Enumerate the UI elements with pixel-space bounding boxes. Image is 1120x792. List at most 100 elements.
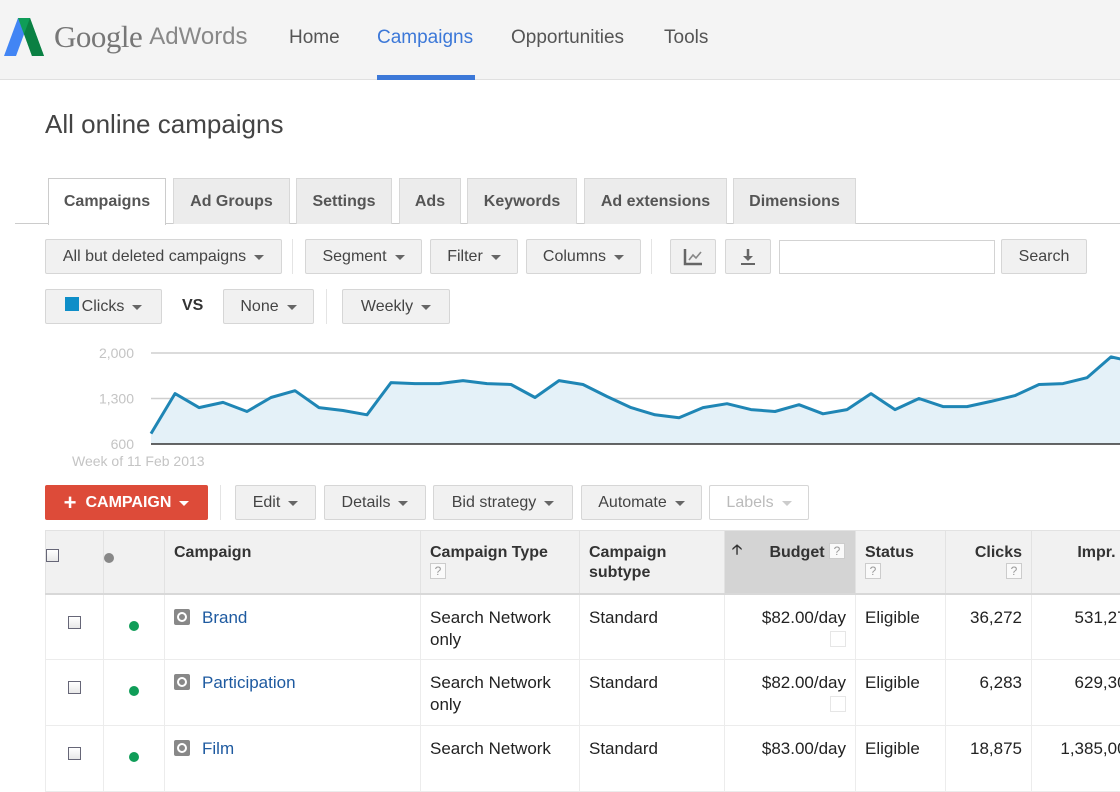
tab-campaigns[interactable]: Campaigns — [48, 178, 166, 225]
chevron-down-icon — [421, 305, 431, 310]
column-header-campaign-subtype[interactable]: Campaign subtype — [580, 531, 725, 594]
compare-metric-dropdown[interactable]: None — [223, 289, 314, 324]
row-checkbox[interactable] — [68, 747, 81, 760]
campaign-subtype-cell: Standard — [580, 594, 725, 660]
search-input[interactable] — [779, 240, 995, 274]
column-label: Campaign Type — [430, 544, 548, 561]
chevron-down-icon — [614, 255, 624, 260]
tab-dimensions[interactable]: Dimensions — [733, 178, 856, 224]
tab-ad-extensions[interactable]: Ad extensions — [584, 178, 727, 224]
budget-cell: $83.00/day — [725, 726, 856, 792]
nav-tools[interactable]: Tools — [664, 27, 708, 49]
row-status-cell — [104, 594, 165, 660]
divider — [651, 239, 652, 274]
chevron-down-icon — [179, 501, 189, 506]
status-dot-icon — [104, 553, 114, 563]
status-dot-header — [104, 531, 165, 594]
details-dropdown[interactable]: Details — [324, 485, 426, 520]
row-select-cell — [46, 726, 104, 792]
row-checkbox[interactable] — [68, 681, 81, 694]
budget-cell: $82.00/day — [725, 594, 856, 660]
search-network-icon — [174, 674, 190, 690]
tab-ads[interactable]: Ads — [399, 178, 461, 224]
column-header-campaign[interactable]: Campaign — [165, 531, 421, 594]
enabled-status-icon[interactable] — [129, 621, 139, 631]
chevron-down-icon — [287, 305, 297, 310]
details-label: Details — [342, 494, 391, 512]
filter-dropdown[interactable]: Filter — [430, 239, 518, 274]
campaign-filter-dropdown[interactable]: All but deleted campaigns — [45, 239, 282, 274]
campaign-subtype-cell: Standard — [580, 660, 725, 726]
status-cell: Eligible — [856, 660, 946, 726]
column-label: Campaign subtype — [589, 544, 666, 581]
tab-label: Dimensions — [749, 193, 840, 211]
budget-chart-icon[interactable] — [830, 631, 846, 647]
campaign-name-cell: Brand — [165, 594, 421, 660]
budget-cell: $82.00/day — [725, 660, 856, 726]
campaign-link[interactable]: Brand — [202, 608, 247, 627]
divider — [220, 485, 221, 520]
chevron-down-icon — [544, 501, 554, 506]
help-icon[interactable]: ? — [829, 543, 845, 559]
divider — [326, 289, 327, 324]
column-header-budget[interactable]: 🡡 Budget ? — [725, 531, 856, 594]
campaign-type-cell: Search Network — [421, 726, 580, 792]
page-title: All online campaigns — [45, 109, 283, 140]
enabled-status-icon[interactable] — [129, 686, 139, 696]
adwords-logo[interactable]: Google AdWords — [4, 18, 248, 56]
enabled-status-icon[interactable] — [129, 752, 139, 762]
campaign-link[interactable]: Film — [202, 739, 234, 758]
campaign-link[interactable]: Participation — [202, 673, 296, 692]
help-icon[interactable]: ? — [430, 563, 446, 579]
bid-strategy-label: Bid strategy — [452, 494, 536, 512]
search-network-icon — [174, 740, 190, 756]
segment-dropdown[interactable]: Segment — [305, 239, 422, 274]
column-header-status[interactable]: Status? — [856, 531, 946, 594]
chevron-down-icon — [395, 255, 405, 260]
column-header-clicks[interactable]: Clicks? — [946, 531, 1032, 594]
help-icon[interactable]: ? — [865, 563, 881, 579]
edit-dropdown[interactable]: Edit — [235, 485, 316, 520]
campaign-subtype-cell: Standard — [580, 726, 725, 792]
new-campaign-button[interactable]: +CAMPAIGN — [45, 485, 208, 520]
select-all-checkbox[interactable] — [46, 549, 59, 562]
nav-campaigns[interactable]: Campaigns — [377, 27, 473, 49]
y-tick-label: 2,000 — [99, 345, 134, 361]
tab-label: Ad extensions — [601, 193, 710, 211]
row-checkbox[interactable] — [68, 616, 81, 629]
nav-opportunities[interactable]: Opportunities — [511, 27, 624, 49]
tab-ad-groups[interactable]: Ad Groups — [173, 178, 290, 224]
column-header-impr[interactable]: Impr. ? — [1032, 531, 1120, 594]
compare-metric-label: None — [240, 298, 278, 316]
nav-home[interactable]: Home — [289, 27, 340, 49]
budget-value: $82.00/day — [762, 673, 846, 692]
divider — [292, 239, 293, 274]
campaign-filter-label: All but deleted campaigns — [63, 248, 246, 266]
bid-strategy-dropdown[interactable]: Bid strategy — [433, 485, 573, 520]
toggle-chart-button[interactable] — [670, 239, 716, 274]
row-status-cell — [104, 726, 165, 792]
line-chart-icon — [683, 248, 703, 266]
labels-label: Labels — [726, 494, 773, 512]
download-button[interactable] — [725, 239, 771, 274]
y-tick-label: 600 — [111, 436, 135, 452]
tab-keywords[interactable]: Keywords — [467, 178, 577, 224]
help-icon[interactable]: ? — [1006, 563, 1022, 579]
search-button[interactable]: Search — [1001, 239, 1087, 274]
arrow-up-icon: 🡡 — [732, 539, 742, 559]
edit-label: Edit — [253, 494, 281, 512]
columns-dropdown[interactable]: Columns — [526, 239, 641, 274]
budget-chart-icon[interactable] — [830, 696, 846, 712]
chevron-down-icon — [782, 501, 792, 506]
column-header-campaign-type[interactable]: Campaign Type? — [421, 531, 580, 594]
plus-icon: + — [64, 492, 77, 514]
period-dropdown[interactable]: Weekly — [342, 289, 450, 324]
chevron-down-icon — [675, 501, 685, 506]
tab-settings[interactable]: Settings — [296, 178, 392, 224]
metric-dropdown[interactable]: Clicks — [45, 289, 162, 324]
search-network-icon — [174, 609, 190, 625]
automate-dropdown[interactable]: Automate — [581, 485, 702, 520]
column-label: Status — [865, 544, 914, 561]
row-select-cell — [46, 660, 104, 726]
column-label: Campaign — [174, 544, 251, 561]
